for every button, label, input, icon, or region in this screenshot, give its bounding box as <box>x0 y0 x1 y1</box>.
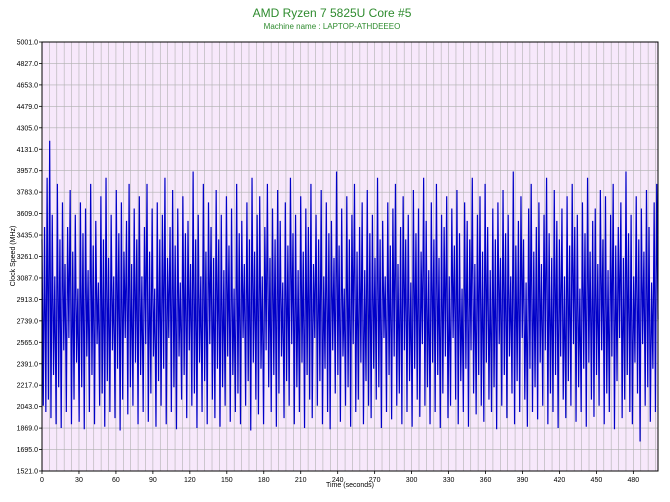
y-tick-label: 1695.0 <box>17 447 39 454</box>
y-tick-label: 1869.0 <box>17 426 39 433</box>
chart: AMD Ryzen 7 5825U Core #5 Machine name :… <box>10 6 659 489</box>
x-tick-label: 0 <box>40 477 44 484</box>
y-axis: 1521.0 1695.0 1869.0 2043.0 2217.0 2391.0 2565… <box>17 40 42 476</box>
x-tick-label: 120 <box>184 477 196 484</box>
x-tick-label: 150 <box>221 477 233 484</box>
x-tick-label: 30 <box>75 477 83 484</box>
y-tick-label: 3435.0 <box>17 233 39 240</box>
x-tick-label: 330 <box>443 477 455 484</box>
y-tick-label: 2217.0 <box>17 383 39 390</box>
y-tick-label: 4653.0 <box>17 82 39 89</box>
chart-title: AMD Ryzen 7 5825U Core #5 <box>253 6 412 20</box>
x-tick-label: 90 <box>149 477 157 484</box>
x-tick-label: 210 <box>295 477 307 484</box>
chart-subtitle: Machine name : LAPTOP-ATHDEEEO <box>264 22 401 31</box>
y-axis-label: Clock Speed (MHz) <box>10 226 17 287</box>
x-tick-label: 450 <box>591 477 603 484</box>
y-tick-label: 3087.0 <box>17 275 39 282</box>
y-tick-label: 3261.0 <box>17 254 39 261</box>
y-tick-label: 4305.0 <box>17 125 39 132</box>
y-tick-label: 3609.0 <box>17 211 39 218</box>
y-tick-label: 1521.0 <box>17 469 39 476</box>
y-tick-label: 4479.0 <box>17 104 39 111</box>
y-tick-label: 3783.0 <box>17 190 39 197</box>
y-tick-label: 2739.0 <box>17 318 39 325</box>
x-tick-label: 180 <box>258 477 270 484</box>
x-tick-label: 480 <box>628 477 640 484</box>
y-tick-label: 2913.0 <box>17 297 39 304</box>
x-tick-label: 300 <box>406 477 418 484</box>
x-tick-label: 390 <box>517 477 529 484</box>
y-tick-label: 2043.0 <box>17 404 39 411</box>
x-tick-label: 360 <box>480 477 492 484</box>
x-tick-label: 420 <box>554 477 566 484</box>
y-tick-label: 3957.0 <box>17 168 39 175</box>
y-tick-label: 2391.0 <box>17 361 39 368</box>
x-tick-label: 60 <box>112 477 120 484</box>
y-tick-label: 5001.0 <box>17 40 39 47</box>
y-tick-label: 2565.0 <box>17 340 39 347</box>
x-axis-label: Time (seconds) <box>326 482 374 489</box>
y-tick-label: 4131.0 <box>17 147 39 154</box>
y-tick-label: 4827.0 <box>17 61 39 68</box>
